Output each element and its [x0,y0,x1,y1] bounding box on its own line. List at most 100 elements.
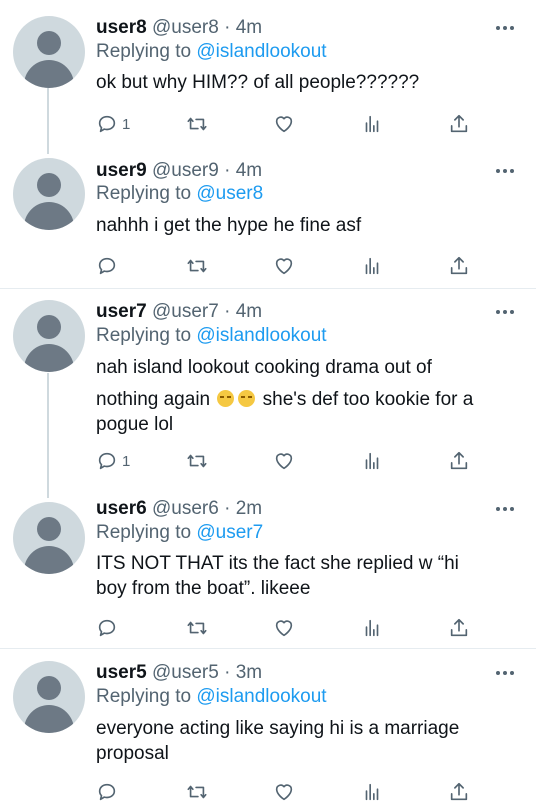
mention-link[interactable]: @islandlookout [196,686,326,707]
tweet-text-line: ok but why HIM?? of all people?????? [96,72,420,93]
action-bar: 1 [96,112,476,136]
display-name[interactable]: user5 [96,662,147,683]
more-icon[interactable] [496,309,516,315]
more-icon[interactable] [496,168,516,174]
like-button[interactable] [273,449,295,473]
mention-link[interactable]: @islandlookout [196,41,326,62]
avatar[interactable] [13,158,85,230]
timestamp[interactable]: 4m [236,160,262,181]
mention-link[interactable]: @user8 [196,183,263,204]
tweet[interactable]: user6 @user6 · 2m Replying to @user7 ITS… [0,495,536,648]
tweet[interactable]: user9 @user9 · 4m Replying to @user8 nah… [0,153,536,288]
stats-icon [365,452,379,470]
tweet-text: everyone acting like saying hi is a marr… [96,716,516,766]
timestamp[interactable]: 4m [236,17,262,38]
action-bar: 1 [96,449,476,473]
reply-button[interactable]: 1 [96,449,130,473]
share-icon [450,782,468,801]
action-bar [96,616,476,640]
tweet-header: user5 @user5 · 3m [96,661,262,685]
timestamp[interactable]: 4m [236,301,262,322]
avatar[interactable] [13,502,85,574]
tweet-header: user6 @user6 · 2m [96,497,262,521]
avatar-head [37,517,61,541]
reply-icon [98,619,116,637]
tweet-text: ITS NOT THAT its the fact she replied w … [96,551,516,601]
stats-button[interactable] [361,449,383,473]
like-button[interactable] [273,616,295,640]
reply-button[interactable] [96,780,122,804]
mention-link[interactable]: @user7 [196,522,263,543]
avatar-body [24,202,74,230]
reply-icon [98,783,116,801]
user-handle[interactable]: @user7 [152,301,219,322]
retweet-icon [187,117,207,131]
like-button[interactable] [273,254,295,278]
display-name[interactable]: user6 [96,498,147,519]
stats-icon [365,619,379,637]
stats-button[interactable] [361,254,383,278]
share-button[interactable] [448,780,470,804]
tweet-text-line: everyone acting like saying hi is a marr… [96,718,460,739]
like-button[interactable] [273,780,295,804]
share-button[interactable] [448,254,470,278]
share-button[interactable] [448,616,470,640]
user-handle[interactable]: @user5 [152,662,219,683]
user-handle[interactable]: @user9 [152,160,219,181]
stats-icon [365,257,379,275]
avatar-body [24,344,74,372]
mention-link[interactable]: @islandlookout [196,325,326,346]
avatar[interactable] [13,661,85,733]
stats-button[interactable] [361,112,383,136]
stats-icon [365,115,379,133]
tweet[interactable]: user5 @user5 · 3m Replying to @islandloo… [0,649,536,810]
like-icon [275,453,293,470]
like-button[interactable] [273,112,295,136]
stats-icon [365,783,379,801]
tweet[interactable]: user7 @user7 · 4m Replying to @islandloo… [0,289,536,495]
action-bar [96,780,476,804]
reply-button[interactable] [96,616,122,640]
share-button[interactable] [448,449,470,473]
replying-to-label: Replying to [96,41,192,62]
retweet-button[interactable] [186,780,208,804]
tweet-text-line: proposal [96,743,169,764]
timestamp[interactable]: 2m [236,498,262,519]
like-icon [275,784,293,801]
share-icon [450,114,468,133]
share-button[interactable] [448,112,470,136]
more-icon[interactable] [496,25,516,31]
share-icon [450,256,468,275]
retweet-button[interactable] [186,254,208,278]
more-icon[interactable] [496,670,516,676]
stats-button[interactable] [361,780,383,804]
reply-icon [98,452,116,470]
more-icon[interactable] [496,506,516,512]
replying-to: Replying to @islandlookout [96,40,327,64]
reply-button[interactable] [96,254,122,278]
retweet-icon [187,454,207,468]
retweet-button[interactable] [186,616,208,640]
display-name[interactable]: user7 [96,301,147,322]
replying-to-label: Replying to [96,522,192,543]
replying-to: Replying to @islandlookout [96,324,327,348]
user-handle[interactable]: @user8 [152,17,219,38]
retweet-icon [187,259,207,273]
tweet[interactable]: user8 @user8 · 4m Replying to @islandloo… [0,0,536,153]
separator-dot: · [224,17,231,38]
display-name[interactable]: user9 [96,160,147,181]
retweet-button[interactable] [186,449,208,473]
replying-to: Replying to @user8 [96,182,263,206]
tweet-text-line: nothing again [96,389,211,410]
stats-button[interactable] [361,616,383,640]
user-handle[interactable]: @user6 [152,498,219,519]
avatar[interactable] [13,16,85,88]
separator-dot: · [224,498,231,519]
timestamp[interactable]: 3m [236,662,262,683]
display-name[interactable]: user8 [96,17,147,38]
reply-button[interactable]: 1 [96,112,130,136]
reply-icon [98,257,116,275]
avatar[interactable] [13,300,85,372]
retweet-button[interactable] [186,112,208,136]
share-icon [450,618,468,637]
